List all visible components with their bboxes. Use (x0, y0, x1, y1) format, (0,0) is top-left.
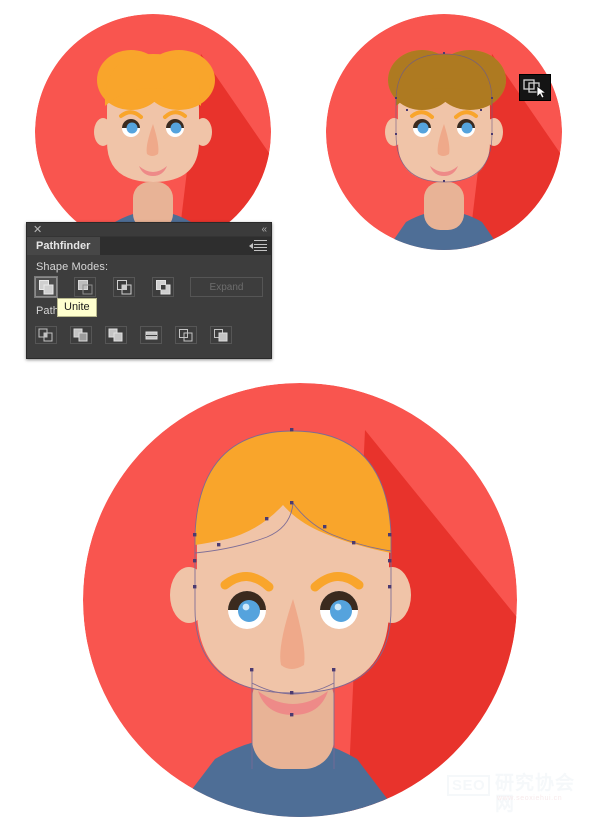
shape-modes-row: Expand (34, 276, 263, 298)
panel-tab-row: Pathfinder (27, 237, 271, 255)
avatar-before (27, 14, 280, 254)
avatar-result (47, 383, 554, 817)
panel-menu-icon[interactable] (249, 240, 267, 252)
close-icon[interactable]: ✕ (33, 223, 42, 237)
tooltip-unite: Unite (57, 298, 97, 317)
expand-button[interactable]: Expand (190, 277, 263, 297)
panel-tab-label: Pathfinder (36, 240, 91, 252)
pathfinders-row (35, 326, 263, 344)
unite-cursor-badge (519, 74, 551, 101)
selection-overlay (388, 50, 506, 110)
avatar-selected (318, 14, 571, 254)
screenshot-canvas: ✕ « Pathfinder Shape Modes: Expand Path … (0, 0, 600, 817)
double-chevron-left-icon[interactable]: « (261, 223, 266, 237)
merge-button[interactable] (105, 326, 127, 344)
pathfinder-panel[interactable]: ✕ « Pathfinder Shape Modes: Expand Path … (26, 222, 272, 359)
intersect-button[interactable] (113, 277, 135, 297)
minus-back-button[interactable] (210, 326, 232, 344)
expand-label: Expand (209, 282, 244, 293)
exclude-button[interactable] (152, 277, 174, 297)
minus-front-button[interactable] (74, 277, 96, 297)
divide-button[interactable] (35, 326, 57, 344)
shape-modes-label: Shape Modes: (36, 261, 109, 273)
panel-titlebar: ✕ « (27, 223, 271, 237)
crop-button[interactable] (140, 326, 162, 344)
tab-pathfinder[interactable]: Pathfinder (27, 237, 101, 255)
unite-button[interactable] (34, 276, 58, 298)
outline-button[interactable] (175, 326, 197, 344)
trim-button[interactable] (70, 326, 92, 344)
